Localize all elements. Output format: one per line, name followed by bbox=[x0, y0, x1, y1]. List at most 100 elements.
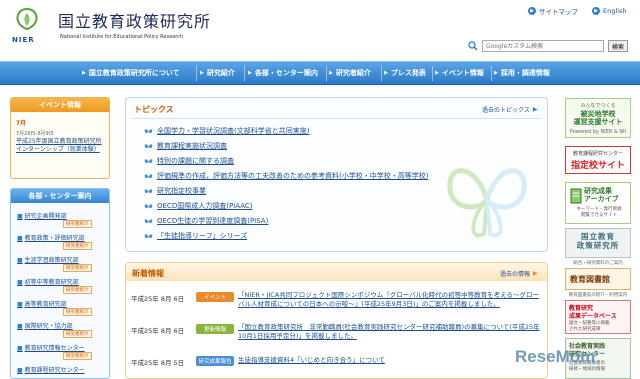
nav-item-departments[interactable]: ▶ 各部・センター案内 bbox=[248, 68, 318, 78]
bullet-icon: ■ bbox=[17, 323, 23, 330]
news-tag: 更新情報 bbox=[196, 324, 234, 334]
nier-logo-icon[interactable] bbox=[14, 7, 40, 31]
news-date: 平成25年 8月 6日 bbox=[131, 295, 185, 303]
arrow-right-icon: ▶ bbox=[528, 6, 536, 15]
search-button[interactable]: 検索 bbox=[608, 40, 628, 52]
event-link[interactable]: 平成25年度国立教育政策研究所インターンシップ（就業体験） bbox=[16, 138, 106, 154]
designated-school-banner[interactable]: 教育課程研究センター 指定校サイト bbox=[565, 146, 631, 174]
researcher-badge[interactable]: 研究者紹介 bbox=[63, 330, 92, 338]
butterfly-icon bbox=[144, 143, 153, 148]
bullet-icon: ■ bbox=[17, 213, 23, 220]
chevron-right-icon: ▶ bbox=[533, 270, 538, 277]
triangle-icon: ▶ bbox=[494, 70, 498, 76]
banner-caption: 総合・研究資料のご案内 bbox=[573, 261, 623, 266]
triangle-icon: ▶ bbox=[435, 70, 439, 76]
department-link[interactable]: ■ 研究企画開発部 bbox=[17, 211, 107, 220]
topic-link[interactable]: 教育課程実施状況調査 bbox=[144, 141, 227, 151]
site-subtitle: National Institute for Educational Polic… bbox=[60, 34, 184, 40]
nav-item-recruit[interactable]: ▶ 採用・調達情報 bbox=[494, 68, 550, 78]
watermark: ReseMom bbox=[515, 347, 596, 366]
sitemap-link[interactable]: ▶ サイトマップ bbox=[528, 4, 578, 17]
search-input[interactable] bbox=[482, 40, 604, 52]
nav-item-events[interactable]: ▶ イベント情報 bbox=[435, 68, 484, 78]
event-panel: イベント情報 7月 7月29日-8月9日 平成25年度国立教育政策研究所インター… bbox=[10, 97, 110, 179]
butterfly-icon bbox=[144, 203, 153, 208]
book-icon bbox=[570, 188, 582, 204]
triangle-icon: ▶ bbox=[329, 70, 333, 76]
divider bbox=[132, 118, 541, 119]
researcher-badge[interactable]: 研究者紹介 bbox=[63, 286, 92, 294]
department-link[interactable]: ■ 初等中等教育研究部 bbox=[17, 277, 107, 286]
researcher-badge[interactable]: 研究者紹介 bbox=[63, 220, 92, 228]
topic-link[interactable]: 特別の課題に関する調査 bbox=[144, 156, 234, 166]
bullet-icon: ■ bbox=[17, 367, 23, 374]
news-date: 平成25年 8月 6日 bbox=[131, 327, 185, 335]
english-link[interactable]: ▶ English bbox=[592, 4, 626, 17]
news-date: 平成25年 8月 5日 bbox=[131, 359, 185, 367]
topic-link[interactable]: 研究指定校事業 bbox=[144, 186, 206, 196]
past-news-link[interactable]: 過去の情報 ▶ bbox=[500, 269, 538, 278]
event-panel-header: イベント情報 bbox=[11, 98, 109, 112]
department-link[interactable]: ■ 教育研究情報センター bbox=[17, 343, 107, 352]
departments-panel: 各部・センター案内 ■ 研究企画開発部 研究者紹介 ■ 教育政策・評価研究部 研究者… bbox=[10, 188, 110, 379]
butterfly-icon bbox=[144, 233, 153, 238]
chevron-right-icon: ▶ bbox=[532, 106, 538, 113]
department-link[interactable]: ■ 高等教育研究部 bbox=[17, 299, 107, 308]
nav-separator bbox=[244, 66, 245, 81]
nav-separator bbox=[196, 66, 197, 81]
bullet-icon: ■ bbox=[17, 235, 23, 242]
logo-text: NIER bbox=[12, 36, 35, 44]
nav-item-about[interactable]: ▶ 国立教育政策研究所について bbox=[82, 68, 180, 78]
news-link[interactable]: 「NIER・JICA共同プロジェクト国際シンポジウム『グローバル化時代の初等中等… bbox=[238, 291, 543, 309]
triangle-icon: ▶ bbox=[384, 70, 388, 76]
topics-title: トピックス bbox=[134, 105, 174, 114]
nav-item-researchers[interactable]: ▶ 研究者紹介 bbox=[329, 68, 371, 78]
nav-separator bbox=[491, 66, 492, 81]
nav-item-press[interactable]: ▶ プレス発表 bbox=[384, 68, 426, 78]
butterfly-icon bbox=[144, 128, 153, 133]
topic-link[interactable]: 評価規準の作成，評価方法等の工夫改善のための参考資料(小学校・中学校・高等学校) bbox=[144, 171, 428, 181]
topics-panel: トピックス 過去のトピックス ▶ 全国学力・学習状況調査(文部科学省と共同実施)… bbox=[125, 97, 548, 252]
department-link[interactable]: ■ 国際研究・協力部 bbox=[17, 321, 107, 330]
disaster-support-banner[interactable]: みんなでつくる 被災地学校 運営支援サイト Powered by NIER & … bbox=[565, 98, 631, 138]
event-month: 7月 bbox=[16, 120, 27, 127]
nav-item-research[interactable]: ▶ 研究紹介 bbox=[200, 68, 235, 78]
topic-link[interactable]: 全国学力・学習状況調査(文部科学省と共同実施) bbox=[144, 126, 309, 136]
past-topics-link[interactable]: 過去のトピックス ▶ bbox=[482, 105, 537, 114]
topic-link[interactable]: OECD国際成人力調査(PIAAC) bbox=[144, 201, 253, 211]
butterfly-icon bbox=[144, 173, 153, 178]
bullet-icon: ■ bbox=[17, 345, 23, 352]
site-title[interactable]: 国立教育政策研究所 bbox=[58, 8, 211, 32]
department-link[interactable]: ■ 教育政策・評価研究部 bbox=[17, 233, 107, 242]
event-dates: 7月29日-8月9日 bbox=[16, 131, 54, 137]
nier-materials-banner[interactable]: 国立教育 政策研究所 bbox=[565, 228, 631, 258]
department-link[interactable]: ■ 教育課程研究センター bbox=[17, 365, 107, 374]
news-header bbox=[126, 263, 547, 281]
news-title: 新着情報 bbox=[132, 269, 164, 278]
triangle-icon: ▶ bbox=[200, 70, 204, 76]
researcher-badge[interactable]: 研究者紹介 bbox=[63, 242, 92, 250]
topic-link[interactable]: 「生徒指導リーフ」シリーズ bbox=[144, 231, 247, 241]
bullet-icon: ■ bbox=[17, 301, 23, 308]
arrow-right-icon: ▶ bbox=[592, 6, 600, 15]
triangle-icon: ▶ bbox=[82, 70, 86, 76]
bullet-icon: ■ bbox=[17, 279, 23, 286]
nav-separator bbox=[381, 66, 382, 81]
main-nav: ▶ 国立教育政策研究所について ▶ 研究紹介 ▶ 各部・センター案内 ▶ 研究者紹介 ▶… bbox=[0, 61, 640, 85]
research-database-banner[interactable]: 教育研究 成果データベース 論文・紀要等に掲載 された研究成果 bbox=[565, 300, 631, 334]
butterfly-icon bbox=[144, 158, 153, 163]
news-panel: 新着情報 過去の情報 ▶ 平成25年 8月 6日 イベント 「NIER・JICA… bbox=[125, 262, 548, 379]
topic-link[interactable]: OECD生徒の学習到達度調査(PISA) bbox=[144, 216, 268, 226]
news-tag: イベント bbox=[196, 292, 234, 302]
news-link[interactable]: 「国立教育政策研究所 非常勤職員(社会教育実践研究センター研究補助職員)の募集に… bbox=[238, 323, 543, 341]
researcher-badge[interactable]: 研究者紹介 bbox=[63, 308, 92, 316]
news-link[interactable]: 生徒指導支援資料4「いじめと向き合う」について bbox=[238, 356, 543, 365]
researcher-badge[interactable]: 研究者紹介 bbox=[63, 264, 92, 272]
researcher-badge[interactable]: 研究者紹介 bbox=[63, 352, 92, 360]
search-icon bbox=[468, 41, 478, 51]
butterfly-icon bbox=[144, 188, 153, 193]
butterfly-icon bbox=[144, 218, 153, 223]
library-banner[interactable]: 教育図書館 bbox=[565, 268, 631, 290]
research-archive-banner[interactable]: 研究成果 アーカイブ キーワード・発行目録 閲覧できるサイト bbox=[565, 182, 631, 224]
department-link[interactable]: ■ 生涯学習政策研究部 bbox=[17, 255, 107, 264]
